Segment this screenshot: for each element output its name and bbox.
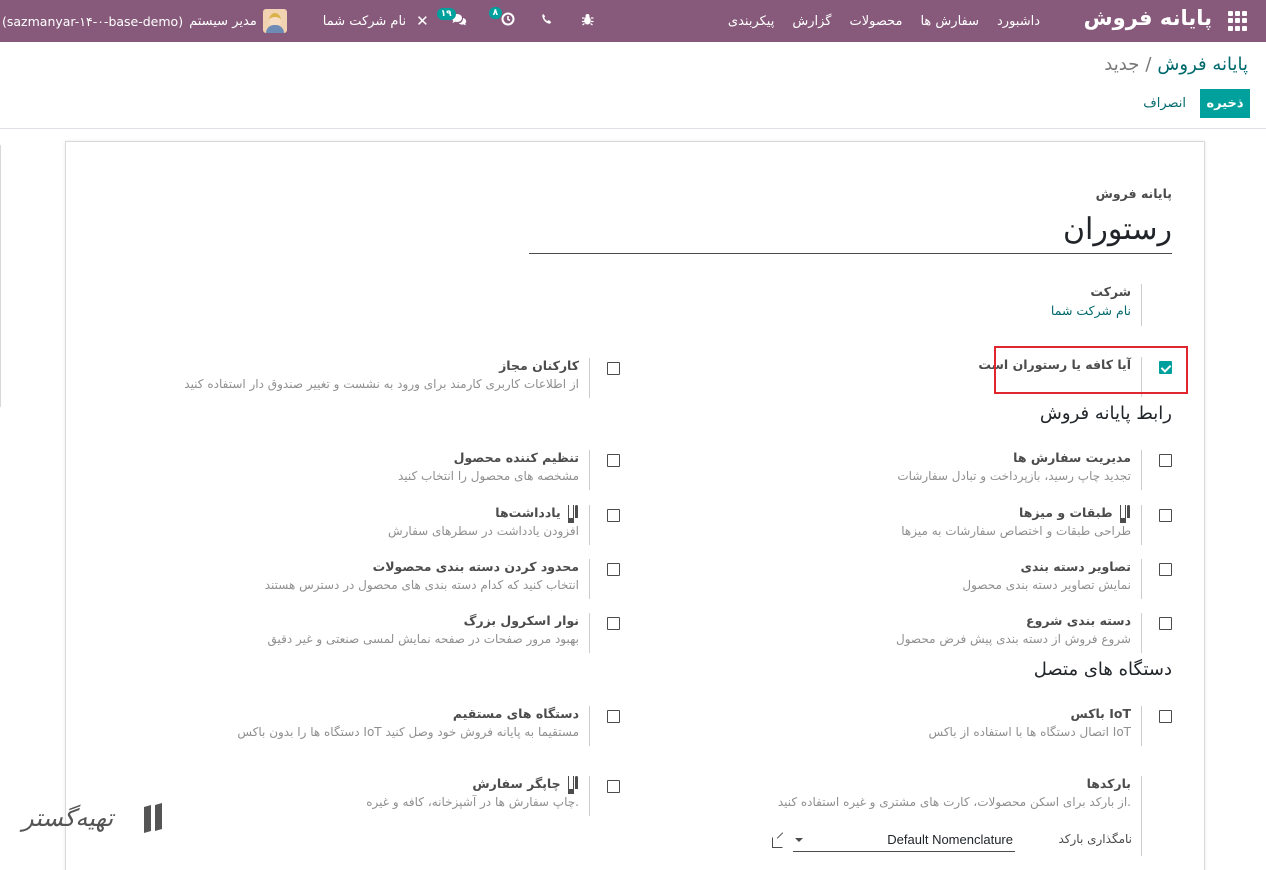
company-field: شرکت نام شرکت شما: [1051, 284, 1142, 326]
setting-order-management: مدیریت سفارش ها تجدید چاپ رسید، بازپرداخ…: [672, 450, 1172, 492]
watermark-text: تهیه‌گستر: [22, 804, 114, 832]
setting-product-configurator: تنظیم کننده محصول مشخصه های محصول را انت…: [120, 450, 620, 492]
company-link[interactable]: نام شرکت شما: [1051, 303, 1131, 318]
barcodes-label: بارکدها: [1086, 776, 1131, 791]
apps-menu-icon[interactable]: [1228, 11, 1248, 31]
restaurant-icon: [567, 505, 579, 523]
setting-order-printer: چاپگر سفارش چاپ سفارش ها در آشپزخانه، کا…: [120, 776, 620, 818]
breadcrumb: پایانه فروش / جدید: [1104, 54, 1248, 75]
setting-category-images: تصاویر دسته بندی نمایش تصاویر دسته بندی …: [672, 559, 1172, 601]
messages-badge: ۱۹: [436, 7, 456, 20]
setting-start-category: دسته بندی شروع شروع فروش از دسته بندی پی…: [672, 613, 1172, 655]
direct-devices-desc: دستگاه ها را بدون باکس IoT مستقیما به پا…: [237, 725, 579, 739]
authorized-employees-desc: از اطلاعات کاربری کارمند برای ورود به نش…: [184, 377, 579, 391]
company-label: شرکت: [1090, 284, 1131, 299]
watermark-logo: تهیه‌گستر: [22, 800, 172, 848]
setting-large-scrollbar: نوار اسکرول بزرگ بهبود مرور صفحات در صفح…: [120, 613, 620, 655]
barcode-nomenclature-label: نامگذاری بارکد: [1058, 832, 1133, 846]
breadcrumb-separator: /: [1145, 54, 1152, 75]
app-brand[interactable]: پایانه فروش: [1084, 6, 1212, 30]
discard-button[interactable]: انصراف: [1143, 89, 1186, 118]
menu-orders[interactable]: سفارش ها: [920, 14, 979, 29]
user-menu-name[interactable]: مدیر سیستم: [189, 14, 257, 29]
authorized-employees-checkbox[interactable]: [607, 362, 620, 375]
menu-products[interactable]: محصولات: [849, 14, 902, 29]
iot-box-label: باکس IoT: [1070, 706, 1131, 721]
menu-reporting[interactable]: گزارش: [792, 14, 831, 29]
limit-categories-checkbox[interactable]: [607, 563, 620, 576]
barcode-nomenclature-select[interactable]: Default Nomenclature: [793, 830, 1015, 852]
large-scrollbar-checkbox[interactable]: [607, 617, 620, 630]
barcode-nomenclature-value: Default Nomenclature: [887, 832, 1013, 847]
pos-name-input[interactable]: رستوران: [529, 210, 1172, 254]
top-navbar: پایانه فروش داشبورد سفارش ها محصولات گزا…: [0, 0, 1266, 42]
iot-box-checkbox[interactable]: [1159, 710, 1172, 723]
order-printer-desc: چاپ سفارش ها در آشپزخانه، کافه و غیره.: [366, 795, 579, 809]
menu-dashboard[interactable]: داشبورد: [997, 14, 1040, 29]
direct-devices-checkbox[interactable]: [607, 710, 620, 723]
company-switcher[interactable]: نام شرکت شما: [323, 14, 406, 29]
product-configurator-desc: مشخصه های محصول را انتخاب کنید: [397, 469, 579, 483]
phone-icon[interactable]: [541, 13, 553, 29]
limit-categories-label: محدود کردن دسته بندی محصولات: [372, 559, 579, 574]
order-printer-label: چاپگر سفارش: [472, 776, 561, 791]
setting-floors-tables: طبقات و میزها طراحی طبقات و اختصاص سفارش…: [672, 505, 1172, 547]
order-printer-checkbox[interactable]: [607, 780, 620, 793]
highlight-annotation: [994, 346, 1188, 394]
start-category-desc: شروع فروش از دسته بندی پیش فرض محصول: [896, 632, 1131, 646]
pos-name-label: پایانه فروش: [1095, 186, 1172, 201]
category-images-label: تصاویر دسته بندی: [1020, 559, 1131, 574]
clock-icon[interactable]: ۸: [488, 7, 515, 30]
chat-icon[interactable]: ۱۹: [436, 7, 467, 30]
section-connected-devices: دستگاه های متصل: [1033, 659, 1172, 680]
main-menu: داشبورد سفارش ها محصولات گزارش پیکربندی: [710, 0, 1040, 42]
limit-categories-desc: انتخاب کنید که کدام دسته بندی های محصول …: [264, 578, 579, 592]
notes-label: یادداشت‌ها: [495, 505, 561, 520]
product-configurator-checkbox[interactable]: [607, 454, 620, 467]
watermark-mark: [144, 802, 168, 836]
start-category-label: دسته بندی شروع: [1026, 613, 1131, 628]
user-avatar[interactable]: [262, 9, 287, 33]
activities-badge: ۸: [488, 7, 503, 19]
floors-tables-desc: طراحی طبقات و اختصاص سفارشات به میزها: [901, 524, 1131, 538]
large-scrollbar-desc: بهبود مرور صفحات در صفحه نمایش لمسی صنعت…: [267, 632, 579, 646]
setting-direct-devices: دستگاه های مستقیم دستگاه ها را بدون باکس…: [120, 706, 620, 748]
notes-checkbox[interactable]: [607, 509, 620, 522]
menu-configuration[interactable]: پیکربندی: [728, 14, 774, 29]
authorized-employees-label: کارکنان مجاز: [499, 358, 579, 373]
setting-limit-categories: محدود کردن دسته بندی محصولات انتخاب کنید…: [120, 559, 620, 601]
save-button[interactable]: ذخیره: [1200, 89, 1250, 118]
external-link-icon[interactable]: [772, 837, 783, 848]
category-images-checkbox[interactable]: [1159, 563, 1172, 576]
order-management-desc: تجدید چاپ رسید، بازپرداخت و تبادل سفارشا…: [897, 469, 1131, 483]
breadcrumb-parent[interactable]: پایانه فروش: [1157, 54, 1248, 75]
order-management-label: مدیریت سفارش ها: [1013, 450, 1131, 465]
restaurant-icon: [567, 776, 579, 794]
systray: (sazmanyar-۱۴-۰-base-demo) مدیر سیستم نا…: [0, 0, 594, 42]
floors-tables-label: طبقات و میزها: [1019, 505, 1113, 520]
setting-iot-box: باکس IoT اتصال دستگاه ها با استفاده از ب…: [672, 706, 1172, 748]
close-icon[interactable]: ✕: [416, 12, 429, 30]
start-category-checkbox[interactable]: [1159, 617, 1172, 630]
breadcrumb-current: جدید: [1104, 54, 1140, 75]
direct-devices-label: دستگاه های مستقیم: [452, 706, 579, 721]
database-name: (sazmanyar-۱۴-۰-base-demo): [2, 13, 184, 29]
barcode-nomenclature-row: نامگذاری بارکد Default Nomenclature: [752, 830, 1132, 854]
restaurant-icon: [1119, 505, 1131, 523]
setting-notes: یادداشت‌ها افزودن یادداشت در سطرهای سفار…: [120, 505, 620, 547]
iot-box-desc: اتصال دستگاه ها با استفاده از باکس IoT: [928, 725, 1131, 739]
notes-desc: افزودن یادداشت در سطرهای سفارش: [387, 524, 579, 538]
category-images-desc: نمایش تصاویر دسته بندی محصول: [962, 578, 1131, 592]
barcodes-desc: از بارکد برای اسکن محصولات، کارت های مشت…: [777, 795, 1131, 809]
floors-tables-checkbox[interactable]: [1159, 509, 1172, 522]
bug-icon[interactable]: [581, 13, 594, 30]
section-pos-interface: رابط پایانه فروش: [1039, 403, 1172, 424]
large-scrollbar-label: نوار اسکرول بزرگ: [463, 613, 579, 628]
order-management-checkbox[interactable]: [1159, 454, 1172, 467]
caret-down-icon: [795, 838, 803, 842]
sheet-edge: [0, 145, 1, 407]
setting-authorized-employees: کارکنان مجاز از اطلاعات کاربری کارمند بر…: [120, 358, 620, 400]
product-configurator-label: تنظیم کننده محصول: [453, 450, 579, 465]
